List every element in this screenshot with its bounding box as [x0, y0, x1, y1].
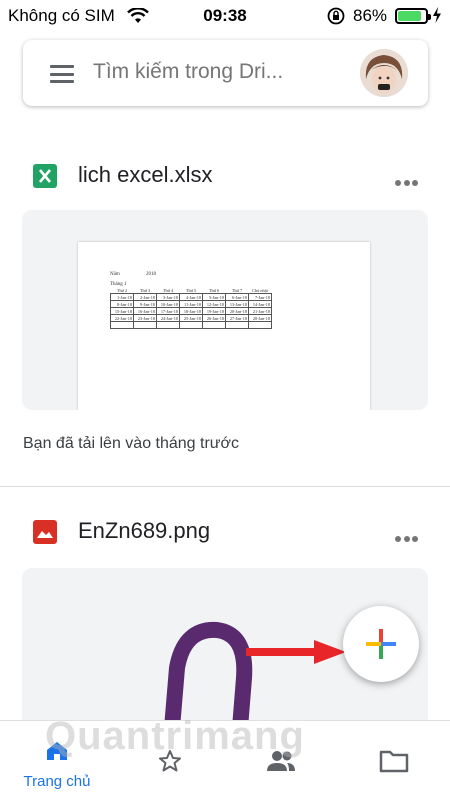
search-bar[interactable]: Tìm kiếm trong Dri... — [23, 40, 428, 106]
tab-files[interactable] — [348, 721, 438, 800]
charging-icon — [433, 7, 441, 23]
preview-cell: 19-Jan-18 — [202, 307, 226, 315]
preview-row — [110, 321, 272, 329]
file-item-image[interactable]: EnZn689.png — [0, 516, 450, 556]
preview-cell: 4-Jan-18 — [179, 293, 203, 301]
image-icon — [33, 520, 57, 544]
preview-cell: 27-Jan-18 — [225, 314, 249, 322]
file-item-excel[interactable]: lich excel.xlsx — [0, 160, 450, 200]
preview-cell — [225, 321, 249, 329]
new-button[interactable] — [343, 606, 419, 682]
file-name[interactable]: EnZn689.png — [78, 518, 210, 544]
preview-row: 8-Jan-18 9-Jan-18 10-Jan-18 11-Jan-18 12-Jan… — [110, 300, 272, 308]
avatar[interactable] — [360, 49, 408, 97]
preview-cell: 2-Jan-18 — [133, 293, 157, 301]
orientation-lock-icon — [327, 7, 345, 25]
preview-cell: 26-Jan-18 — [202, 314, 226, 322]
preview-cell: 14-Jan-18 — [248, 300, 272, 308]
preview-cell: 3-Jan-18 — [156, 293, 180, 301]
excel-icon — [33, 164, 57, 188]
preview-cell: 5-Jan-18 — [202, 293, 226, 301]
preview-cell: 20-Jan-18 — [225, 307, 249, 315]
battery-percent: 86% — [353, 6, 388, 25]
tab-home-label: Trang chủ — [23, 773, 91, 790]
preview-cell — [248, 321, 272, 329]
annotation-arrow-icon — [246, 640, 346, 664]
preview-cell: 25-Jan-18 — [179, 314, 203, 322]
preview-year-label: Năm — [110, 272, 120, 277]
preview-cell: 11-Jan-18 — [179, 300, 203, 308]
menu-icon[interactable] — [50, 65, 74, 83]
battery-fill — [398, 11, 422, 21]
preview-cell: 16-Jan-18 — [133, 307, 157, 315]
preview-cell: 28-Jan-18 — [248, 314, 272, 322]
preview-cell — [110, 321, 134, 329]
preview-cell: 1-Jan-18 — [110, 293, 134, 301]
search-input[interactable]: Tìm kiếm trong Dri... — [93, 60, 308, 84]
preview-cell: 17-Jan-18 — [156, 307, 180, 315]
preview-cell: 21-Jan-18 — [248, 307, 272, 315]
battery-icon — [395, 8, 431, 24]
preview-cell — [202, 321, 226, 329]
preview-cell: 7-Jan-18 — [248, 293, 272, 301]
preview-cell: 13-Jan-18 — [225, 300, 249, 308]
preview-cell — [179, 321, 203, 329]
watermark: Quantrimang — [45, 714, 305, 758]
preview-row: 22-Jan-18 23-Jan-18 24-Jan-18 25-Jan-18 26-J… — [110, 314, 272, 322]
preview-cell: 8-Jan-18 — [110, 300, 134, 308]
more-options-icon[interactable] — [395, 173, 425, 186]
file-name[interactable]: lich excel.xlsx — [78, 162, 212, 188]
preview-row: 15-Jan-18 16-Jan-18 17-Jan-18 18-Jan-18 19-J… — [110, 307, 272, 315]
preview-cell: 6-Jan-18 — [225, 293, 249, 301]
file-caption: Bạn đã tải lên vào tháng trước — [23, 435, 239, 452]
preview-cell: 12-Jan-18 — [202, 300, 226, 308]
preview-table: Thứ 2 Thứ 3 Thứ 4 Thứ 5 Thứ 6 Thứ 7 Chủ nhật 1-… — [110, 288, 272, 329]
avatar-photo — [360, 49, 408, 97]
preview-cell: 9-Jan-18 — [133, 300, 157, 308]
preview-cell — [133, 321, 157, 329]
status-bar: Không có SIM 09:38 86% — [0, 0, 450, 32]
preview-cell: 10-Jan-18 — [156, 300, 180, 308]
preview-cell: 22-Jan-18 — [110, 314, 134, 322]
preview-cell: 24-Jan-18 — [156, 314, 180, 322]
preview-month: Tháng 1 — [110, 282, 127, 287]
preview-cell: 23-Jan-18 — [133, 314, 157, 322]
file-preview-excel[interactable]: Năm 2018 Tháng 1 Thứ 2 Thứ 3 Thứ 4 Thứ 5 Thứ… — [22, 210, 428, 410]
preview-year-value: 2018 — [146, 272, 156, 277]
preview-cell — [156, 321, 180, 329]
divider — [0, 486, 450, 487]
preview-cell: 18-Jan-18 — [179, 307, 203, 315]
spreadsheet-preview: Năm 2018 Tháng 1 Thứ 2 Thứ 3 Thứ 4 Thứ 5 Thứ… — [78, 242, 370, 410]
preview-cell: 15-Jan-18 — [110, 307, 134, 315]
preview-row: 1-Jan-18 2-Jan-18 3-Jan-18 4-Jan-18 5-Jan-18… — [110, 293, 272, 301]
folder-icon — [379, 750, 409, 773]
more-options-icon[interactable] — [395, 529, 425, 542]
plus-icon — [366, 629, 396, 659]
